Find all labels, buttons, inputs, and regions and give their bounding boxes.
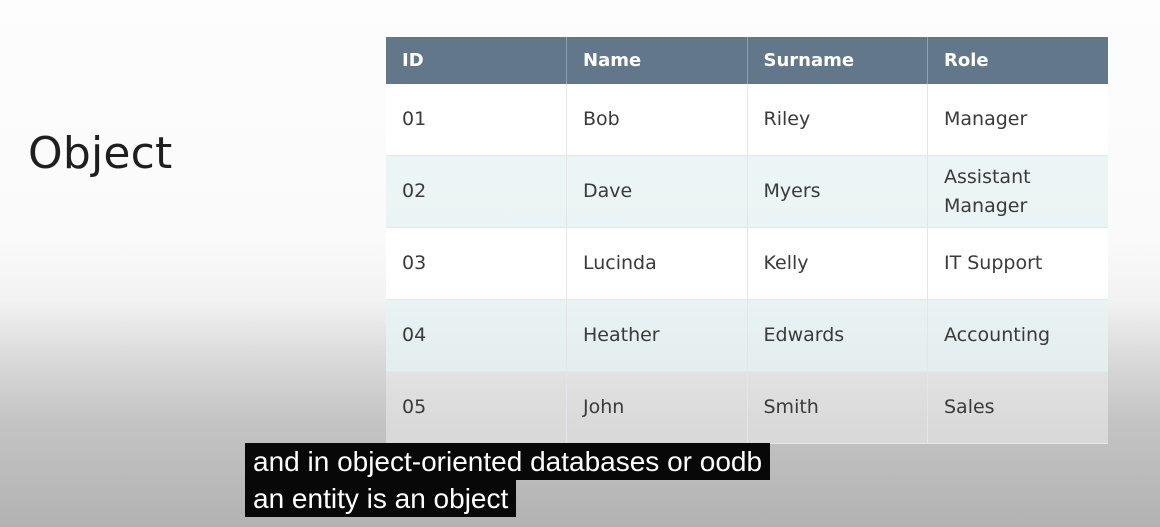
cell-role: Sales xyxy=(927,371,1108,444)
entity-table-container: ID Name Surname Role 01 Bob Riley Manage… xyxy=(386,37,1108,444)
table-row: 02 Dave Myers Assistant Manager xyxy=(386,155,1108,228)
cell-id: 04 xyxy=(386,299,567,372)
cell-surname: Kelly xyxy=(747,227,928,300)
cell-name: Bob xyxy=(566,84,748,156)
cell-name: Heather xyxy=(566,299,748,372)
cell-name: Lucinda xyxy=(566,227,748,300)
caption-line-2: an entity is an object xyxy=(245,480,517,517)
column-header-surname: Surname xyxy=(747,37,928,84)
cell-surname: Riley xyxy=(747,84,928,156)
cell-surname: Edwards xyxy=(747,299,928,372)
caption-line-1: and in object-oriented databases or oodb xyxy=(245,443,771,480)
cell-role: Assistant Manager xyxy=(927,155,1108,228)
cell-id: 01 xyxy=(386,84,567,156)
cell-id: 03 xyxy=(386,227,567,300)
cell-role: IT Support xyxy=(927,227,1108,300)
table-row: 03 Lucinda Kelly IT Support xyxy=(386,227,1108,300)
cell-id: 05 xyxy=(386,371,567,444)
column-header-name: Name xyxy=(566,37,748,84)
table-row: 05 John Smith Sales xyxy=(386,371,1108,444)
video-captions: and in object-oriented databases or oodb… xyxy=(245,443,771,517)
slide-title: Object xyxy=(28,128,173,179)
column-header-role: Role xyxy=(927,37,1108,84)
cell-role: Accounting xyxy=(927,299,1108,372)
column-header-id: ID xyxy=(386,37,567,84)
table-row: 01 Bob Riley Manager xyxy=(386,84,1108,156)
cell-id: 02 xyxy=(386,155,567,228)
entity-table: ID Name Surname Role 01 Bob Riley Manage… xyxy=(386,37,1108,444)
cell-name: Dave xyxy=(566,155,748,228)
table-header-row: ID Name Surname Role xyxy=(386,37,1108,84)
cell-role: Manager xyxy=(927,84,1108,156)
table-row: 04 Heather Edwards Accounting xyxy=(386,299,1108,372)
cell-surname: Smith xyxy=(747,371,928,444)
cell-surname: Myers xyxy=(747,155,928,228)
cell-name: John xyxy=(566,371,748,444)
